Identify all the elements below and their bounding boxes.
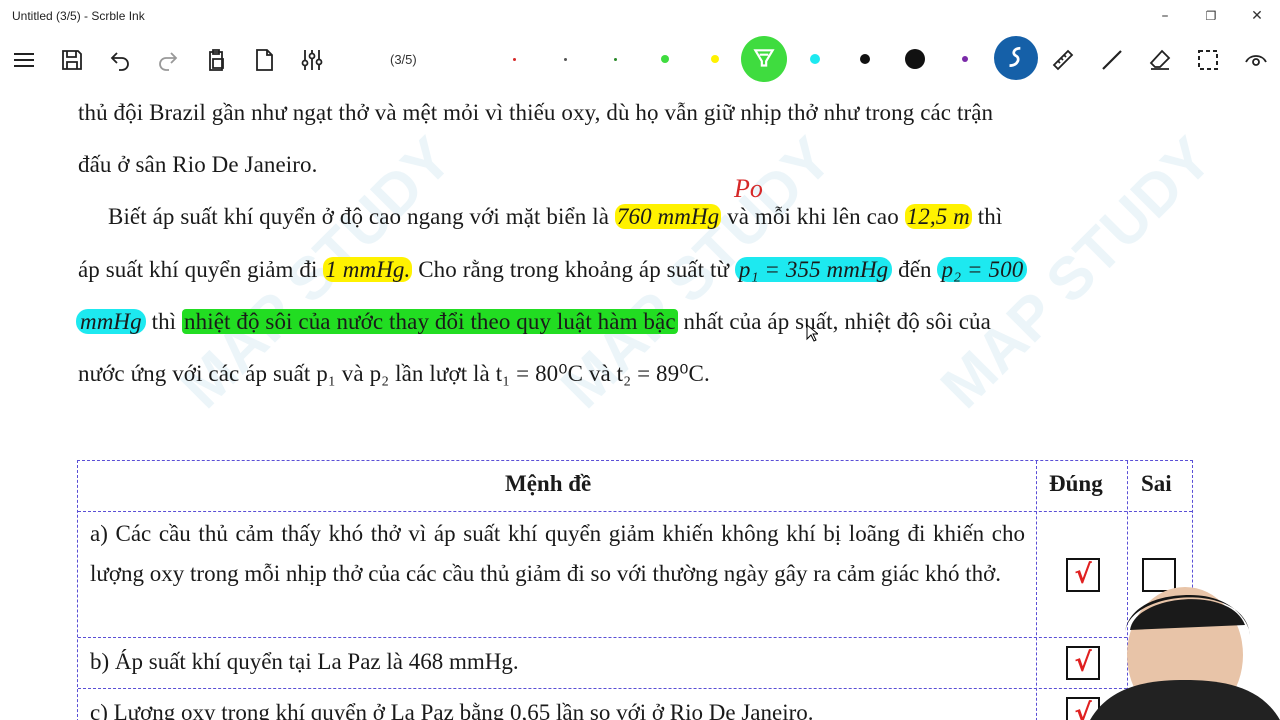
sliders-icon[interactable] [292, 40, 332, 80]
color-green-fine[interactable] [614, 58, 617, 61]
color-gray-fine[interactable] [564, 58, 567, 61]
webcam-presenter [1090, 587, 1280, 720]
text-line: Biết áp suất khí quyển ở độ cao ngang vớ… [108, 204, 1003, 229]
header-true: Đúng [1049, 471, 1103, 496]
window-title: Untitled (3/5) - Scrble Ink [12, 9, 145, 23]
ruler-icon[interactable] [1043, 40, 1083, 80]
statement-table: Mệnh đề Đúng Sai a) Các cầu thủ cảm thấy… [77, 460, 1193, 720]
table-row: c) Lượng oxy trong khí quyển ở La Paz bằ… [78, 689, 1192, 720]
minimize-button[interactable]: – [1142, 0, 1188, 32]
line-icon[interactable] [1092, 40, 1132, 80]
highlight-yellow: 760 mmHg [614, 204, 722, 229]
color-red-fine[interactable] [513, 58, 516, 61]
statement-text: a) Các cầu thủ cảm thấy khó thở vì áp su… [90, 521, 1025, 586]
cursor-icon [806, 324, 818, 342]
table-header-row: Mệnh đề Đúng Sai [78, 461, 1192, 512]
redo-icon[interactable] [148, 40, 188, 80]
undo-icon[interactable] [100, 40, 140, 80]
color-yellow[interactable] [711, 55, 719, 63]
text-line: thủ đội Brazil gần như ngạt thở và mệt m… [78, 100, 994, 125]
color-black-large[interactable] [905, 49, 925, 69]
header-statement: Mệnh đề [505, 471, 592, 496]
statement-text: c) Lượng oxy trong khí quyển ở La Paz bằ… [90, 700, 814, 720]
highlight-green: nhiệt độ sôi của nước thay đổi theo quy … [182, 309, 678, 334]
document-canvas[interactable]: MAP STUDY MAP STUDY MAP STUDY thủ đội Br… [0, 88, 1280, 720]
save-icon[interactable] [52, 40, 92, 80]
maximize-button[interactable]: ❐ [1188, 0, 1234, 32]
title-bar: Untitled (3/5) - Scrble Ink – ❐ ✕ [0, 0, 1280, 32]
text-line: đấu ở sân Rio De Janeiro. [78, 152, 318, 177]
color-black-small[interactable] [860, 54, 870, 64]
color-cyan[interactable] [810, 54, 820, 64]
text-line: nước ứng với các áp suất p₁ và p₂ lần lư… [78, 361, 710, 386]
highlighter-icon[interactable] [741, 36, 787, 82]
color-green[interactable] [661, 55, 669, 63]
highlight-cyan: p₁ = 355 mmHg [734, 257, 893, 282]
toolbar: (3/5) [0, 32, 1280, 88]
menu-icon[interactable] [4, 40, 44, 80]
handwritten-annotation: Po [734, 174, 763, 203]
highlight-yellow: 12,5 m [904, 204, 972, 229]
color-purple[interactable] [962, 56, 968, 62]
statement-text: b) Áp suất khí quyển tại La Paz là 468 m… [90, 649, 519, 674]
page-icon[interactable] [244, 40, 284, 80]
highlight-cyan: p₂ = 500 [937, 257, 1028, 282]
selection-icon[interactable] [1188, 40, 1228, 80]
highlight-cyan: mmHg [76, 309, 146, 334]
text-line: áp suất khí quyển giảm đi 1 mmHg. Cho rằ… [78, 257, 1028, 283]
view-icon[interactable] [1236, 40, 1276, 80]
highlight-yellow: 1 mmHg. [323, 257, 413, 282]
table-row: b) Áp suất khí quyển tại La Paz là 468 m… [78, 638, 1192, 689]
text-line: mmHg thì nhiệt độ sôi của nước thay đổi … [76, 309, 991, 335]
eraser-icon[interactable] [1140, 40, 1180, 80]
header-false: Sai [1141, 471, 1172, 496]
clipboard-icon[interactable] [196, 40, 236, 80]
page-indicator: (3/5) [390, 52, 417, 67]
close-button[interactable]: ✕ [1234, 0, 1280, 32]
table-row: a) Các cầu thủ cảm thấy khó thở vì áp su… [78, 512, 1192, 638]
pen-icon[interactable] [994, 36, 1038, 80]
